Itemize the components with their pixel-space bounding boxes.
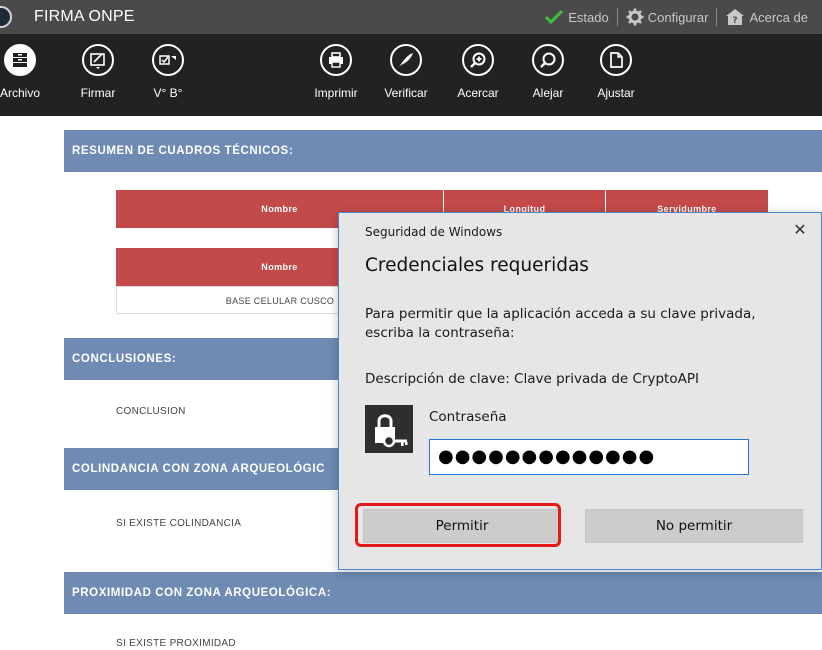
title-bar: FIRMA ONPE Estado Configurar ? Acerca de	[0, 0, 822, 34]
verify-quill-icon	[390, 44, 422, 76]
vobo-button[interactable]: V° B°	[136, 44, 200, 100]
title-menu: Estado Configurar ? Acerca de	[544, 8, 808, 26]
section-proximidad-heading: PROXIMIDAD CON ZONA ARQUEOLÓGICA:	[64, 572, 822, 614]
archivo-label: Archivo	[0, 86, 40, 100]
allow-button[interactable]: Permitir	[363, 509, 561, 543]
dialog-heading: Credenciales requeridas	[365, 255, 589, 276]
alejar-button[interactable]: Alejar	[516, 44, 580, 100]
lock-key-icon	[365, 405, 413, 453]
menu-configurar[interactable]: Configurar	[626, 8, 709, 26]
ajustar-label: Ajustar	[597, 86, 635, 100]
password-label: Contraseña	[429, 409, 507, 425]
fit-page-icon	[600, 44, 632, 76]
imprimir-label: Imprimir	[314, 86, 358, 100]
app-logo-icon	[0, 6, 12, 28]
menu-acerca-label: Acerca de	[749, 9, 808, 25]
section-conclusiones-text: CONCLUSION	[116, 406, 186, 417]
archivo-button[interactable]: Archivo	[0, 44, 52, 100]
alejar-label: Alejar	[532, 86, 564, 100]
zoom-in-icon	[462, 44, 494, 76]
acercar-label: Acercar	[457, 86, 499, 100]
security-dialog: Seguridad de Windows ✕ Credenciales requ…	[338, 212, 822, 570]
zoom-out-icon	[532, 44, 564, 76]
section-colindancia-text: SI EXISTE COLINDANCIA	[116, 518, 242, 529]
approve-icon	[152, 44, 184, 76]
menu-estado[interactable]: Estado	[544, 9, 609, 25]
menu-acerca[interactable]: ? Acerca de	[725, 8, 808, 26]
firmar-label: Firmar	[80, 86, 116, 100]
verificar-button[interactable]: Verificar	[374, 44, 438, 100]
dialog-message: Para permitir que la aplicación acceda a…	[365, 306, 756, 341]
menu-configurar-label: Configurar	[647, 9, 709, 25]
key-description: Descripción de clave: Clave privada de C…	[365, 371, 699, 387]
app-title: FIRMA ONPE	[34, 8, 135, 25]
check-icon	[544, 9, 564, 25]
vobo-label: V° B°	[153, 86, 183, 100]
password-field[interactable]: ●●●●●●●●●●●●●	[429, 439, 749, 475]
verificar-label: Verificar	[384, 86, 428, 100]
help-icon: ?	[725, 8, 745, 26]
acercar-button[interactable]: Acercar	[446, 44, 510, 100]
archive-icon	[4, 44, 36, 76]
sign-icon	[82, 44, 114, 76]
section-proximidad-text: SI EXISTE PROXIMIDAD	[116, 638, 236, 649]
svg-text:?: ?	[733, 16, 738, 26]
print-icon	[320, 44, 352, 76]
section-resumen-heading: RESUMEN DE CUADROS TÉCNICOS:	[64, 130, 822, 172]
toolbar: Archivo Firmar V° B° Imprimir Verificar …	[0, 34, 822, 116]
firmar-button[interactable]: Firmar	[66, 44, 130, 100]
gear-icon	[626, 8, 644, 26]
imprimir-button[interactable]: Imprimir	[304, 44, 368, 100]
deny-button[interactable]: No permitir	[585, 509, 803, 543]
ajustar-button[interactable]: Ajustar	[584, 44, 648, 100]
close-icon[interactable]: ✕	[789, 219, 811, 241]
menu-estado-label: Estado	[568, 9, 609, 25]
dialog-window-title: Seguridad de Windows	[365, 225, 503, 239]
